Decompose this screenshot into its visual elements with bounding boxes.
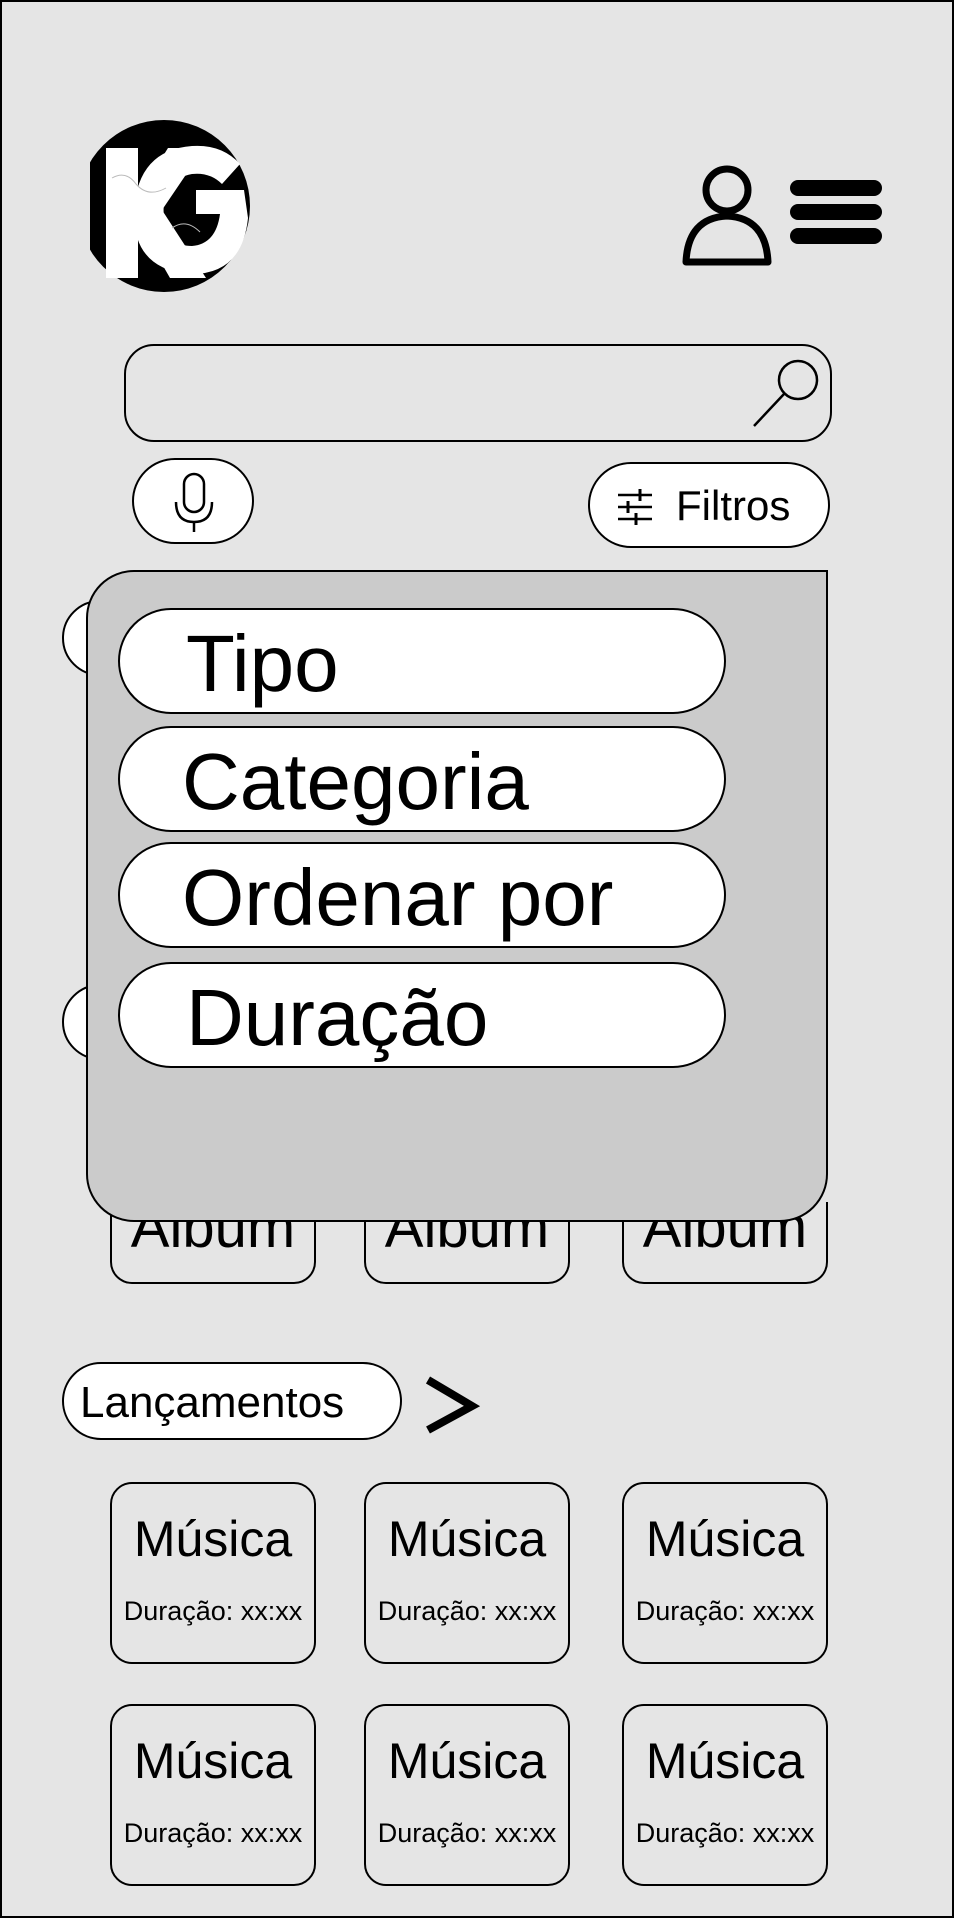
music-duration: Duração: xx:xx bbox=[123, 1818, 303, 1848]
music-title: Música bbox=[387, 1733, 547, 1789]
app-screen: Filtros Album Album Album Tipo Categoria… bbox=[0, 0, 954, 1918]
sliders-icon bbox=[616, 488, 654, 526]
music-card[interactable]: Música Duração: xx:xx bbox=[364, 1704, 570, 1886]
filters-button[interactable]: Filtros bbox=[588, 462, 830, 548]
music-duration: Duração: xx:xx bbox=[377, 1596, 557, 1626]
music-duration: Duração: xx:xx bbox=[123, 1596, 303, 1626]
user-icon[interactable] bbox=[680, 160, 774, 268]
music-title: Música bbox=[133, 1511, 293, 1567]
filter-option-ordenar-por[interactable]: Ordenar por bbox=[118, 842, 726, 948]
music-duration: Duração: xx:xx bbox=[635, 1818, 815, 1848]
releases-title: Lançamentos bbox=[80, 1378, 345, 1427]
search-input[interactable] bbox=[146, 364, 730, 424]
microphone-icon bbox=[172, 472, 216, 534]
filters-label: Filtros bbox=[676, 482, 791, 529]
music-title: Música bbox=[645, 1733, 805, 1789]
music-card[interactable]: Música Duração: xx:xx bbox=[110, 1704, 316, 1886]
music-card[interactable]: Música Duração: xx:xx bbox=[622, 1704, 828, 1886]
music-card[interactable]: Música Duração: xx:xx bbox=[364, 1482, 570, 1664]
search-bar[interactable] bbox=[124, 344, 832, 442]
kg-logo bbox=[76, 118, 252, 294]
filter-dropdown-panel: Tipo Categoria Ordenar por Duração bbox=[86, 570, 828, 1222]
filter-option-tipo[interactable]: Tipo bbox=[118, 608, 726, 714]
music-duration: Duração: xx:xx bbox=[377, 1818, 557, 1848]
music-card[interactable]: Música Duração: xx:xx bbox=[622, 1482, 828, 1664]
releases-section-button[interactable]: Lançamentos bbox=[62, 1362, 402, 1440]
hamburger-menu-icon[interactable] bbox=[790, 178, 882, 246]
filter-option-duracao[interactable]: Duração bbox=[118, 962, 726, 1068]
music-title: Música bbox=[133, 1733, 293, 1789]
music-duration: Duração: xx:xx bbox=[635, 1596, 815, 1626]
music-card[interactable]: Música Duração: xx:xx bbox=[110, 1482, 316, 1664]
filter-option-categoria[interactable]: Categoria bbox=[118, 726, 726, 832]
search-icon[interactable] bbox=[746, 354, 826, 434]
voice-search-button[interactable] bbox=[132, 458, 254, 544]
music-title: Música bbox=[645, 1511, 805, 1567]
chevron-right-icon[interactable] bbox=[422, 1372, 481, 1436]
music-title: Música bbox=[387, 1511, 547, 1567]
